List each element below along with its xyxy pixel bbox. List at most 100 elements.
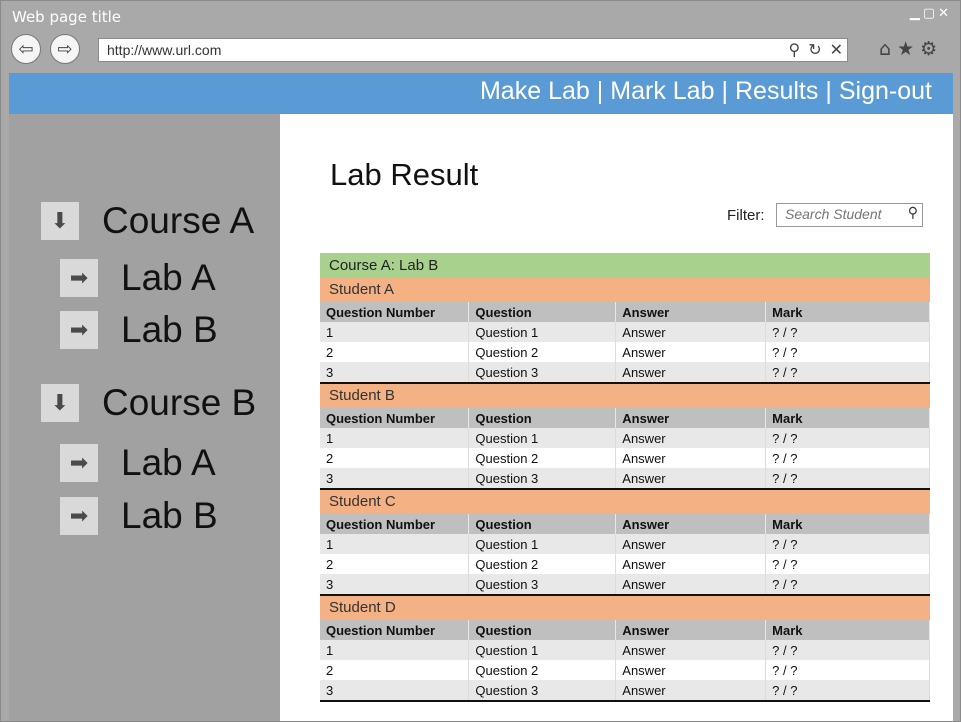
table-cell: Answer xyxy=(615,554,767,574)
table-cell: Question 2 xyxy=(468,342,617,362)
search-icon[interactable]: ⚲ xyxy=(788,40,800,59)
table-row: 3 Question 3 Answer? / ? xyxy=(320,574,930,594)
url-text[interactable]: http://www.url.com xyxy=(107,42,221,58)
sidebar-course-b-lab-a[interactable]: ➡ Lab A xyxy=(60,442,216,484)
column-header: Answer xyxy=(615,408,767,428)
column-header: Question xyxy=(468,620,617,640)
table-cell: 3 xyxy=(320,468,470,488)
column-header: Answer xyxy=(615,302,767,322)
student-search-input[interactable] xyxy=(785,206,900,222)
sidebar-course-b-lab-b[interactable]: ➡ Lab B xyxy=(60,495,218,537)
sidebar-course-a[interactable]: ⬇ Course A xyxy=(41,200,254,242)
table-cell: ? / ? xyxy=(765,468,930,488)
column-header: Question xyxy=(468,302,617,322)
page-viewport: Make Lab | Mark Lab | Results | Sign-out ⬇ Cou… xyxy=(9,73,953,721)
lab-group-header: Course A: Lab B xyxy=(320,253,930,278)
forward-button[interactable]: ⇨ xyxy=(50,34,80,64)
arrow-right-icon[interactable]: ➡ xyxy=(60,311,98,349)
table-cell: ? / ? xyxy=(765,574,930,594)
minimize-icon[interactable]: ▁ xyxy=(910,6,923,21)
table-cell: Question 3 xyxy=(468,680,617,700)
results-panel: Course A: Lab B Student A Question Number… xyxy=(320,253,930,702)
table-cell: ? / ? xyxy=(765,448,930,468)
table-row: 1 Question 1 Answer? / ? xyxy=(320,640,930,660)
table-cell: Answer xyxy=(615,468,767,488)
table-cell: Answer xyxy=(615,680,767,700)
table-cell: 2 xyxy=(320,554,470,574)
arrow-right-icon[interactable]: ➡ xyxy=(60,444,98,482)
table-cell: ? / ? xyxy=(765,534,930,554)
gear-icon[interactable]: ⚙ xyxy=(920,38,937,60)
stop-icon[interactable]: ✕ xyxy=(830,40,843,59)
arrow-right-icon[interactable]: ➡ xyxy=(60,259,98,297)
student-header: Student C xyxy=(320,490,930,514)
table-cell: 3 xyxy=(320,362,470,382)
table-cell: Question 1 xyxy=(468,428,617,448)
table-cell: Answer xyxy=(615,534,767,554)
nav-link-results[interactable]: Results xyxy=(735,77,818,105)
table-cell: Question 2 xyxy=(468,448,617,468)
lab-label: Lab A xyxy=(121,257,216,298)
lab-label: Lab A xyxy=(121,442,216,483)
home-icon[interactable]: ⌂ xyxy=(879,38,891,60)
back-button[interactable]: ⇦ xyxy=(11,34,41,64)
title-bar: Web page title ▁▢✕ xyxy=(1,1,960,33)
table-cell: ? / ? xyxy=(765,680,930,700)
search-icon[interactable]: ⚲ xyxy=(908,205,918,221)
filter-label: Filter: xyxy=(727,207,765,224)
student-header: Student A xyxy=(320,278,930,302)
student-result-table: Question Number Question Answer Mark 1 Questi… xyxy=(320,514,930,594)
nav-link-make-lab[interactable]: Make Lab xyxy=(480,77,590,105)
table-cell: 3 xyxy=(320,680,470,700)
table-row: 2 Question 2 Answer? / ? xyxy=(320,448,930,468)
nav-separator: | xyxy=(596,77,604,105)
table-row: 3 Question 3 Answer? / ? xyxy=(320,468,930,488)
student-search-box[interactable]: ⚲ xyxy=(776,203,923,227)
table-cell: 2 xyxy=(320,342,470,362)
star-icon[interactable]: ★ xyxy=(897,38,914,60)
table-cell: ? / ? xyxy=(765,660,930,680)
student-result-table: Question Number Question Answer Mark 1 Questi… xyxy=(320,408,930,488)
sidebar-course-b[interactable]: ⬇ Course B xyxy=(41,382,256,424)
table-cell: Answer xyxy=(615,660,767,680)
forward-arrow-icon: ⇨ xyxy=(57,38,73,60)
table-cell: Answer xyxy=(615,322,767,342)
column-header: Mark xyxy=(765,408,930,428)
student-result-table: Question Number Question Answer Mark 1 Questi… xyxy=(320,302,930,382)
sidebar-course-a-lab-a[interactable]: ➡ Lab A xyxy=(60,257,216,299)
table-cell: Question 1 xyxy=(468,640,617,660)
nav-separator: | xyxy=(721,77,729,105)
maximize-icon[interactable]: ▢ xyxy=(923,6,938,21)
table-cell: Question 2 xyxy=(468,660,617,680)
table-cell: 1 xyxy=(320,640,470,660)
table-cell: Answer xyxy=(615,428,767,448)
table-cell: Question 1 xyxy=(468,322,617,342)
table-cell: 3 xyxy=(320,574,470,594)
nav-link-mark-lab[interactable]: Mark Lab xyxy=(610,77,714,105)
course-label: Course A xyxy=(102,200,255,241)
table-cell: ? / ? xyxy=(765,362,930,382)
address-bar[interactable]: http://www.url.com ⚲ ↻ ✕ xyxy=(98,38,848,62)
window-controls[interactable]: ▁▢✕ xyxy=(910,6,952,21)
table-cell: Question 1 xyxy=(468,534,617,554)
table-row: 1 Question 1 Answer? / ? xyxy=(320,322,930,342)
page-title: Lab Result xyxy=(330,157,479,192)
column-header: Question Number xyxy=(320,302,470,322)
table-row: 2 Question 2 Answer? / ? xyxy=(320,342,930,362)
sidebar: ⬇ Course A ➡ Lab A ➡ Lab B ⬇ Course B ➡ … xyxy=(9,114,280,721)
arrow-down-icon[interactable]: ⬇ xyxy=(41,202,79,240)
nav-link-sign-out[interactable]: Sign-out xyxy=(839,77,932,105)
arrow-right-icon[interactable]: ➡ xyxy=(60,497,98,535)
close-icon[interactable]: ✕ xyxy=(938,6,952,21)
refresh-icon[interactable]: ↻ xyxy=(808,40,821,59)
table-cell: 1 xyxy=(320,534,470,554)
table-cell: 1 xyxy=(320,322,470,342)
arrow-down-icon[interactable]: ⬇ xyxy=(41,384,79,422)
column-header: Answer xyxy=(615,514,767,534)
column-header: Question xyxy=(468,514,617,534)
sidebar-course-a-lab-b[interactable]: ➡ Lab B xyxy=(60,309,218,351)
table-cell: ? / ? xyxy=(765,428,930,448)
table-cell: ? / ? xyxy=(765,342,930,362)
student-header: Student D xyxy=(320,596,930,620)
table-cell: ? / ? xyxy=(765,640,930,660)
